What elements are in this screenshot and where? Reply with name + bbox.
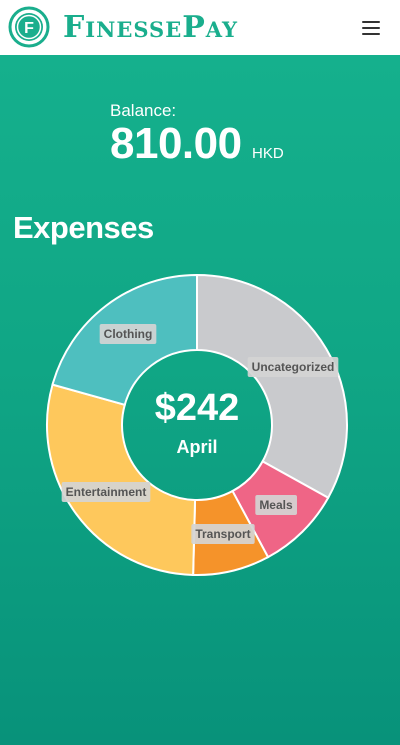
hamburger-menu-icon[interactable] (360, 16, 384, 40)
brand-name[interactable]: FinessePay (63, 11, 238, 45)
donut-label-text: Transport (195, 527, 250, 541)
finessepay-logo-icon[interactable]: F (8, 6, 50, 48)
top-navbar: F FinessePay (0, 0, 400, 56)
donut-label-text: Uncategorized (252, 360, 335, 374)
donut-label-clothing: Clothing (99, 324, 157, 344)
donut-label-entertainment: Entertainment (61, 482, 151, 502)
donut-label-uncategorized: Uncategorized (247, 357, 339, 377)
logo-letter: F (24, 20, 34, 37)
main-content: Balance: 810.00 HKD Expenses Uncategoriz… (0, 55, 400, 745)
donut-label-text: Meals (259, 498, 293, 512)
donut-label-meals: Meals (255, 495, 297, 515)
expenses-period: April (176, 437, 218, 457)
donut-label-text: Clothing (104, 327, 153, 341)
donut-label-transport: Transport (191, 524, 255, 544)
donut-label-text: Entertainment (66, 485, 147, 499)
expenses-total: $242 (154, 387, 240, 429)
